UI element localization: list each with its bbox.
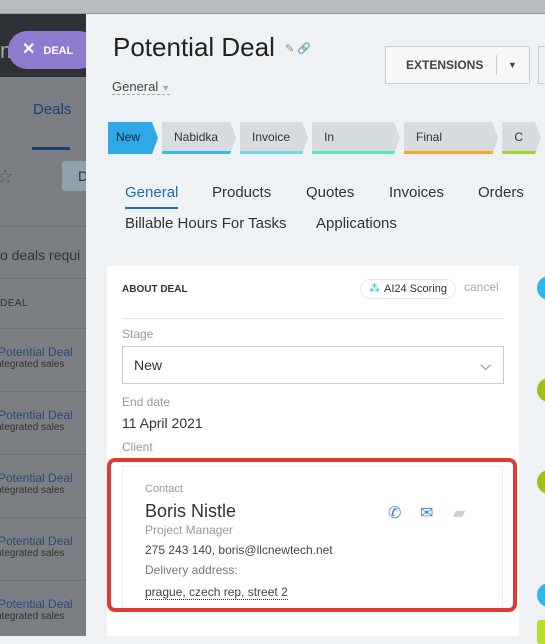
- ai-scoring-label: AI24 Scoring: [384, 283, 447, 295]
- section-heading: ABOUT DEAL: [122, 284, 188, 295]
- deal-subtitle: ntegrated sales: [0, 422, 65, 433]
- tab-billable-hours[interactable]: Billable Hours For Tasks: [125, 215, 286, 232]
- deal-subtitle: ntegrated sales: [0, 548, 65, 559]
- browser-bookmarks-bar: [0, 0, 545, 14]
- stage-value: New: [134, 357, 163, 373]
- ai-scoring-icon: ⁂: [369, 283, 380, 295]
- stage-invoice[interactable]: Invoice: [240, 122, 308, 154]
- pipeline-select[interactable]: General ▼: [112, 79, 171, 95]
- deal-subtitle: ntegrated sales: [0, 485, 65, 496]
- stage-label: Stage: [122, 327, 154, 341]
- deal-subtitle: ntegrated sales: [0, 611, 65, 622]
- background-header: m ✕DEAL: [0, 14, 98, 77]
- page-title: Potential Deal: [113, 32, 275, 62]
- column-header: DEAL: [0, 278, 86, 328]
- tab-invoices[interactable]: Invoices: [389, 184, 444, 201]
- extensions-label: EXTENSIONS: [406, 58, 484, 72]
- stage-nabidka[interactable]: Nabidka: [162, 122, 236, 154]
- tab-quotes[interactable]: Quotes: [306, 184, 354, 201]
- deals-tab[interactable]: Deals: [33, 101, 71, 118]
- star-icon[interactable]: ☆: [0, 164, 14, 189]
- cancel-link[interactable]: cancel: [464, 280, 499, 294]
- stage-new[interactable]: New: [108, 122, 158, 154]
- stage-bar: New Nabidka Invoice In progress Final in…: [108, 122, 545, 154]
- deal-link[interactable]: Potential Deal: [0, 408, 86, 422]
- tab-general[interactable]: General: [125, 184, 179, 209]
- table-row[interactable]: Potential Deal ntegrated sales: [0, 391, 86, 454]
- stage-in-progress[interactable]: In progress: [312, 122, 400, 154]
- chevron-down-icon: ⌵: [480, 357, 491, 373]
- background-tabs: Deals: [0, 77, 86, 157]
- more-button[interactable]: [538, 46, 545, 84]
- notice-text: o deals requi: [0, 226, 86, 278]
- stage-select[interactable]: New ⌵: [122, 346, 504, 384]
- background-deals-list: m ✕DEAL Deals ☆ D o deals requi DEAL Pot…: [0, 14, 98, 636]
- tab-products[interactable]: Products: [212, 184, 271, 201]
- deal-link[interactable]: Potential Deal: [0, 471, 86, 485]
- extensions-button[interactable]: EXTENSIONS ▼: [385, 46, 530, 84]
- tab-orders[interactable]: Orders: [478, 184, 524, 201]
- end-date-label: End date: [122, 395, 171, 409]
- caret-down-icon: ▼: [161, 83, 171, 93]
- table-row[interactable]: Potential Deal ntegrated sales: [0, 517, 86, 580]
- client-label: Client: [122, 440, 153, 454]
- close-deal-button[interactable]: ✕ DEAL: [8, 31, 98, 69]
- deal-link[interactable]: Potential Deal: [0, 345, 86, 359]
- close-icon: ✕: [22, 41, 36, 58]
- stage-next[interactable]: C: [502, 122, 541, 154]
- ai-scoring-button[interactable]: ⁂ AI24 Scoring: [360, 279, 456, 299]
- end-date-value: 11 April 2021: [122, 415, 203, 431]
- pencil-icon[interactable]: ✎: [285, 43, 294, 55]
- caret-down-icon[interactable]: ▼: [508, 47, 517, 83]
- table-row[interactable]: Potential Deal ntegrated sales: [0, 454, 86, 517]
- divider: [496, 55, 497, 75]
- deal-link[interactable]: Potential Deal: [0, 597, 86, 611]
- table-row[interactable]: Potential Deal ntegrated sales: [0, 328, 86, 391]
- tab-applications[interactable]: Applications: [316, 215, 397, 232]
- deal-subtitle: ntegrated sales: [0, 359, 65, 370]
- title-actions: ✎ 🔗: [285, 42, 311, 55]
- timeline-marker: [537, 620, 545, 644]
- deals-tab-underline: [32, 147, 70, 150]
- pipeline-label: General: [112, 79, 159, 94]
- stage-final-invoice[interactable]: Final invoice: [404, 122, 498, 154]
- link-icon[interactable]: 🔗: [297, 43, 311, 55]
- deal-link[interactable]: Potential Deal: [0, 534, 86, 548]
- highlight-box: [107, 458, 517, 612]
- divider: [122, 318, 504, 319]
- table-row[interactable]: Potential Deal ntegrated sales: [0, 580, 86, 643]
